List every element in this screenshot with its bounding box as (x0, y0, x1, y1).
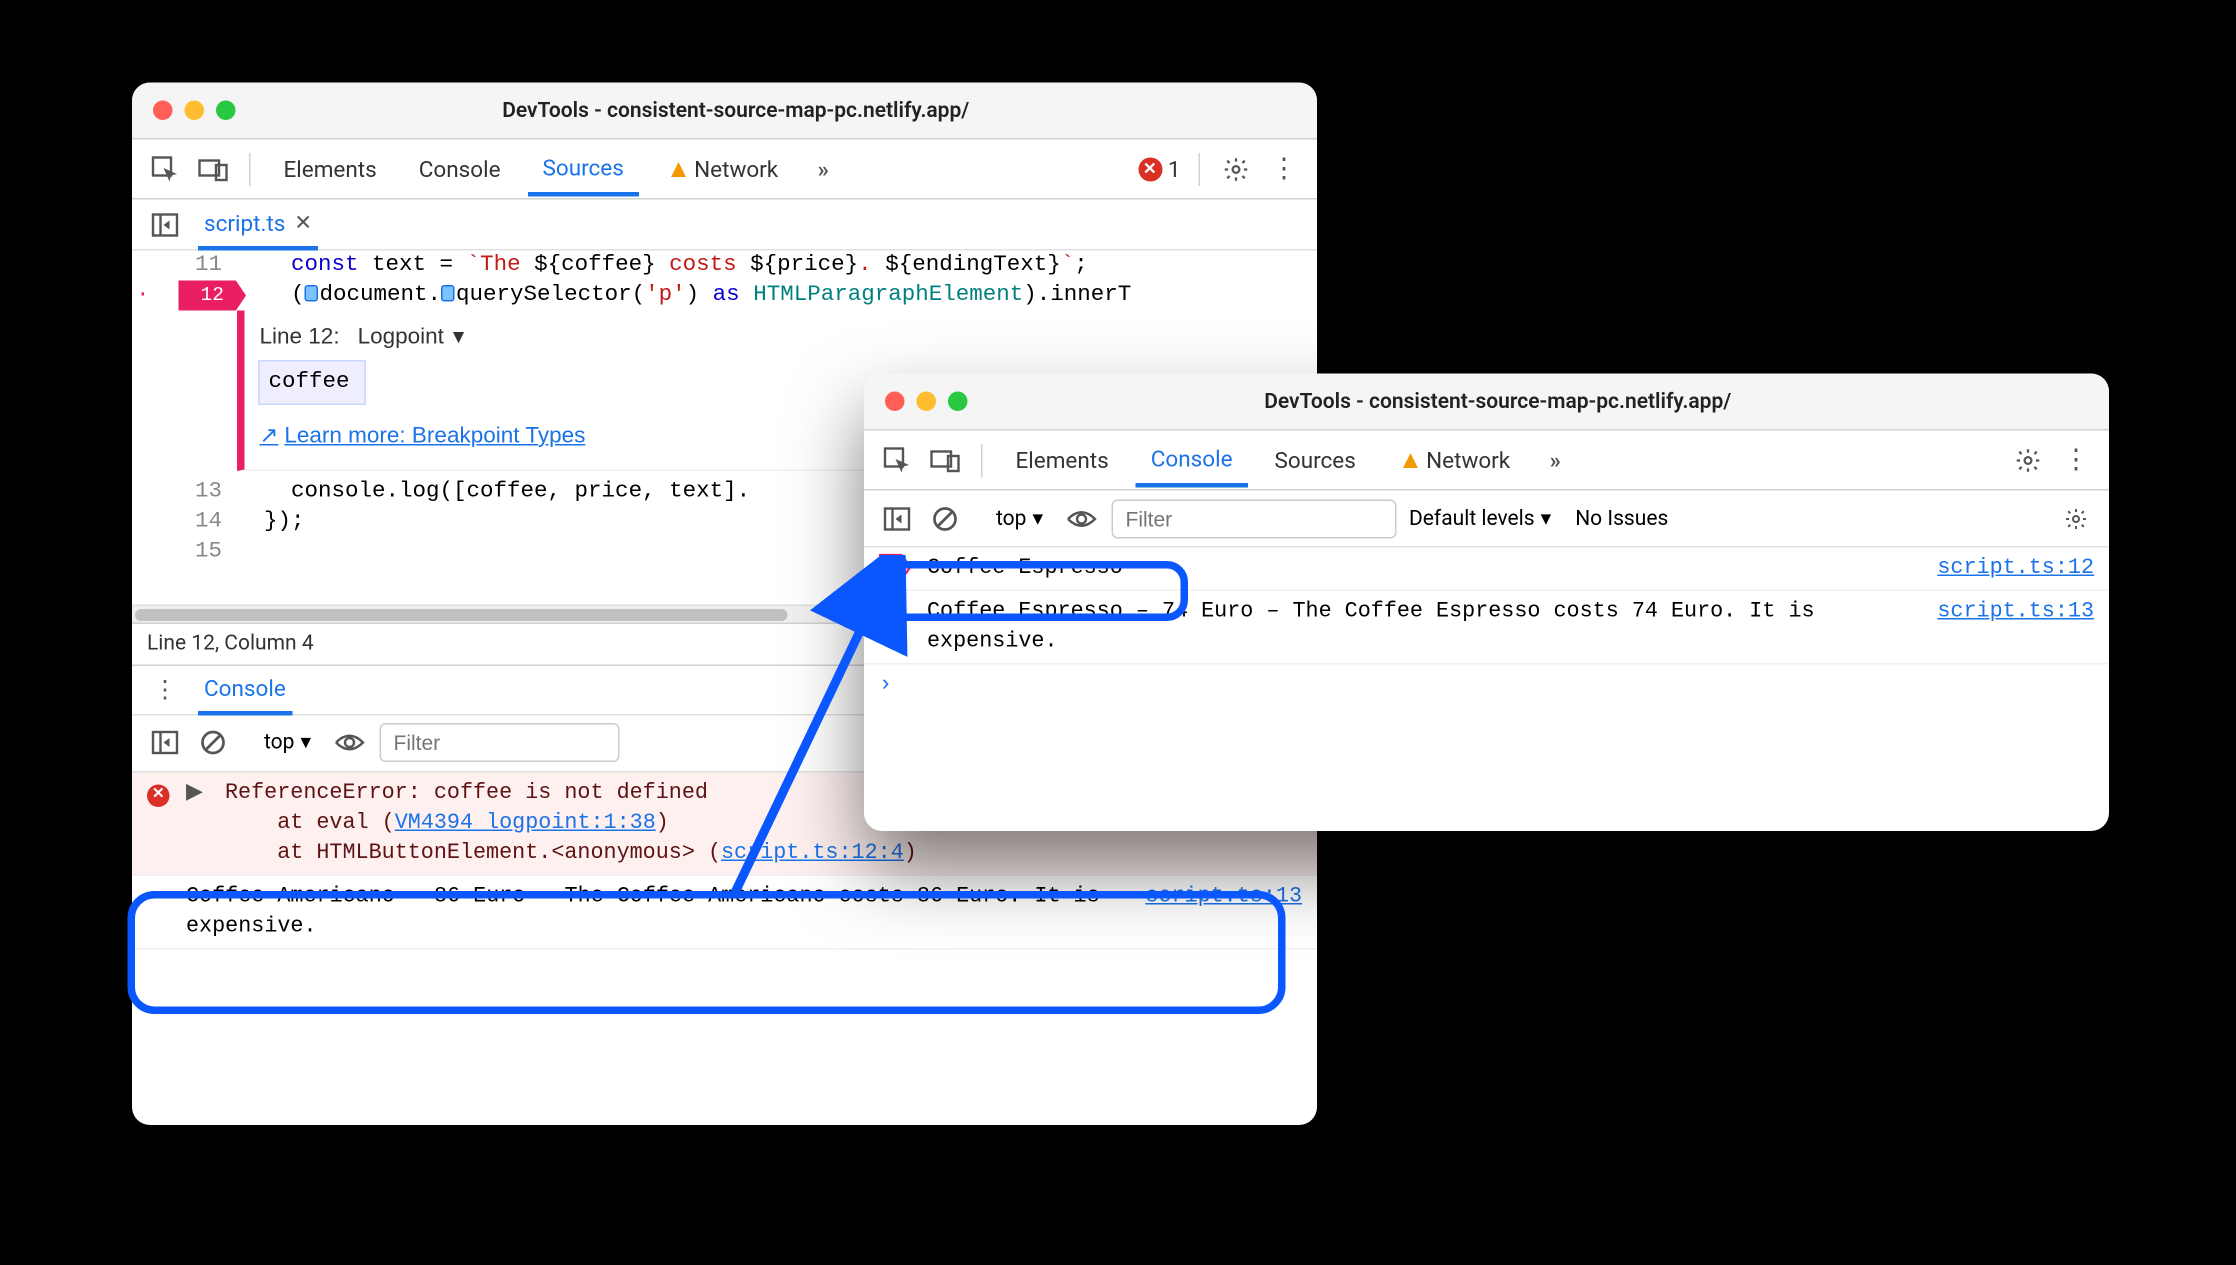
console-log-row[interactable]: Coffee Espresso – 74 Euro – The Coffee E… (864, 591, 2109, 665)
log-message: Coffee Espresso – 74 Euro – The Coffee E… (927, 597, 1922, 657)
logpoint-marker-icon[interactable]: 12 (179, 281, 247, 311)
source-link[interactable]: script.ts:13 (1937, 600, 2094, 624)
error-count-badge[interactable]: ✕ 1 (1138, 155, 1181, 182)
close-window-button[interactable] (153, 101, 173, 121)
scrollbar-thumb[interactable] (135, 608, 787, 620)
learn-more-link[interactable]: ↗ Learn more: Breakpoint Types (260, 422, 586, 452)
window-title: DevTools - consistent-source-map-pc.netl… (236, 98, 1297, 122)
titlebar: DevTools - consistent-source-map-pc.netl… (132, 83, 1317, 140)
close-file-tab-icon[interactable]: ✕ (294, 211, 312, 235)
console-body: Coffee Espresso script.ts:12 Coffee Espr… (864, 548, 2109, 832)
line-number[interactable]: 15 (132, 537, 237, 567)
external-link-icon: ↗ (260, 422, 279, 452)
sidebar-toggle-icon[interactable] (147, 725, 183, 761)
line-number[interactable]: 11 (132, 251, 237, 281)
context-selector[interactable]: top ▾ (255, 726, 320, 759)
tab-elements[interactable]: Elements (269, 142, 392, 196)
code-line-11: const text = `The ${coffee} costs ${pric… (237, 251, 1317, 281)
more-tabs-icon[interactable]: » (805, 151, 841, 187)
stack-frame-link[interactable]: VM4394 logpoint:1:38 (395, 811, 656, 835)
log-message: Coffee Americano – 86 Euro – The Coffee … (186, 881, 1130, 941)
drawer-tab-console[interactable]: Console (198, 664, 292, 715)
bp-line-label: Line 12: (260, 323, 340, 353)
chevron-down-icon: ▾ (1032, 506, 1043, 530)
console-filter-input[interactable] (380, 723, 620, 762)
minimize-window-button[interactable] (917, 392, 937, 412)
file-tab-bar: script.ts ✕ (132, 200, 1317, 251)
inspect-element-icon[interactable] (147, 151, 183, 187)
kebab-menu-icon[interactable]: ⋮ (147, 671, 183, 707)
console-filter-input[interactable] (1112, 499, 1397, 538)
settings-icon[interactable] (2010, 442, 2046, 478)
kebab-menu-icon[interactable]: ⋮ (2058, 442, 2094, 478)
tab-console[interactable]: Console (404, 142, 516, 196)
tab-sources[interactable]: Sources (528, 141, 639, 197)
minimize-window-button[interactable] (185, 101, 205, 121)
traffic-lights (153, 101, 236, 121)
tab-sources[interactable]: Sources (1260, 433, 1371, 487)
warning-icon: ▲ (1398, 448, 1423, 474)
warning-icon: ▲ (666, 157, 691, 183)
navigator-toggle-icon[interactable] (147, 206, 183, 242)
property-access-pill-icon (441, 285, 455, 302)
device-mode-icon[interactable] (927, 442, 963, 478)
error-icon: ✕ (1138, 157, 1162, 181)
clear-console-icon[interactable] (927, 500, 963, 536)
main-toolbar: Elements Console Sources ▲Network » ⋮ (864, 431, 2109, 491)
tab-network[interactable]: ▲Network (651, 142, 793, 196)
tab-elements[interactable]: Elements (1001, 433, 1124, 487)
tab-network[interactable]: ▲Network (1383, 433, 1525, 487)
log-message: Coffee Espresso (927, 554, 1922, 584)
inspect-element-icon[interactable] (879, 442, 915, 478)
main-toolbar: Elements Console Sources ▲Network » ✕ 1 … (132, 140, 1317, 200)
console-toolbar: top ▾ Default levels ▾ No Issues (864, 491, 2109, 548)
console-logpoint-row[interactable]: Coffee Espresso script.ts:12 (864, 548, 2109, 592)
source-link[interactable]: script.ts:12 (1937, 557, 2094, 581)
close-window-button[interactable] (885, 392, 905, 412)
logpoint-gutter-dots-icon: ·· (132, 281, 144, 311)
expand-arrow-icon[interactable]: ▶ (186, 781, 203, 805)
console-log-row[interactable]: Coffee Americano – 86 Euro – The Coffee … (132, 875, 1317, 949)
file-tab-label: script.ts (204, 209, 285, 236)
eye-icon[interactable] (332, 725, 368, 761)
log-levels-selector[interactable]: Default levels ▾ (1409, 506, 1551, 530)
eye-icon[interactable] (1064, 500, 1100, 536)
clear-console-icon[interactable] (195, 725, 231, 761)
bp-expression-input[interactable]: coffee (260, 362, 365, 404)
traffic-lights (885, 392, 968, 412)
context-selector[interactable]: top ▾ (987, 502, 1052, 535)
more-tabs-icon[interactable]: » (1537, 442, 1573, 478)
console-prompt[interactable]: › (864, 665, 2109, 707)
issues-button[interactable]: No Issues (1575, 506, 1668, 530)
device-mode-icon[interactable] (195, 151, 231, 187)
window-title: DevTools - consistent-source-map-pc.netl… (968, 389, 2089, 413)
chevron-down-icon: ▾ (1541, 506, 1552, 530)
code-line-12: (document.querySelector('p') as HTMLPara… (237, 281, 1317, 311)
bp-type-select[interactable]: Logpoint ▾ (358, 323, 465, 353)
line-number[interactable]: 13 (132, 477, 237, 507)
line-number[interactable]: 14 (132, 507, 237, 537)
devtools-window-right: DevTools - consistent-source-map-pc.netl… (864, 374, 2109, 832)
cursor-position: Line 12, Column 4 (147, 632, 314, 656)
file-tab-script[interactable]: script.ts ✕ (198, 199, 318, 250)
sidebar-toggle-icon[interactable] (879, 500, 915, 536)
kebab-menu-icon[interactable]: ⋮ (1266, 151, 1302, 187)
chevron-down-icon: ▾ (300, 731, 311, 755)
property-access-pill-icon (305, 285, 319, 302)
chevron-down-icon: ▾ (453, 323, 464, 353)
settings-icon[interactable] (2058, 500, 2094, 536)
zoom-window-button[interactable] (216, 101, 236, 121)
source-link[interactable]: script.ts:13 (1145, 884, 1302, 908)
line-number[interactable]: ·· 12 (132, 281, 237, 311)
error-icon: ✕ (147, 785, 170, 808)
logpoint-icon (879, 554, 912, 581)
tab-console[interactable]: Console (1136, 432, 1248, 488)
settings-icon[interactable] (1218, 151, 1254, 187)
stack-frame-link[interactable]: script.ts:12:4 (721, 841, 904, 865)
titlebar: DevTools - consistent-source-map-pc.netl… (864, 374, 2109, 431)
zoom-window-button[interactable] (948, 392, 968, 412)
